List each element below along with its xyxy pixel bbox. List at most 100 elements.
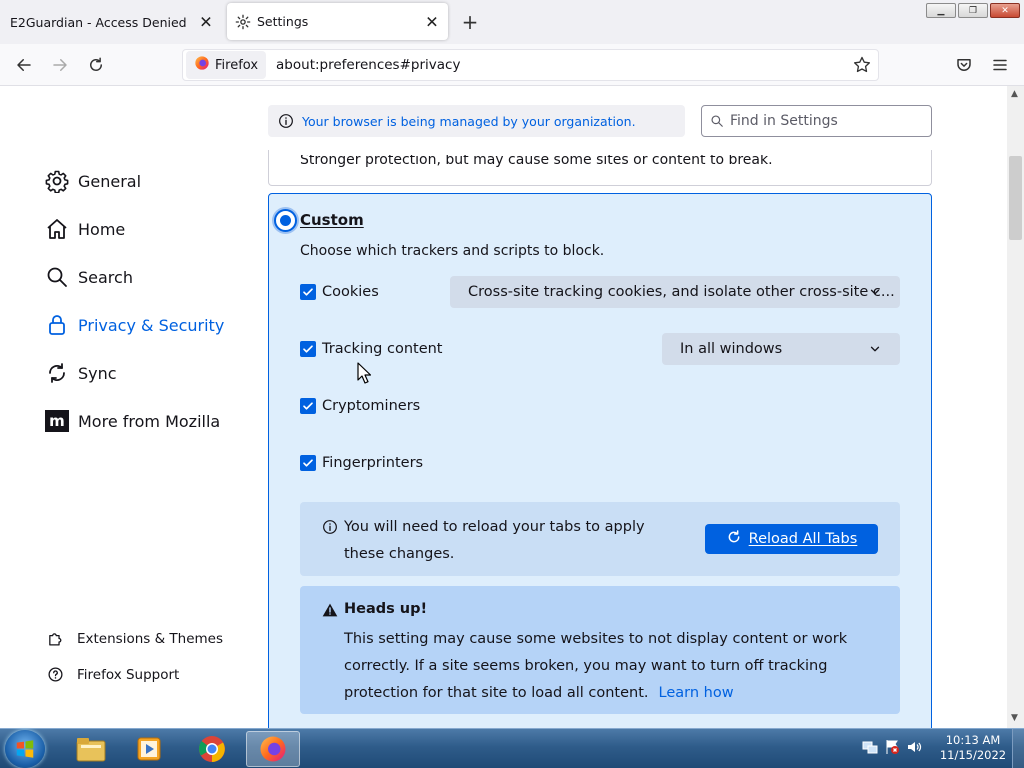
sidebar-item-label: Sync [78,363,117,383]
puzzle-icon [46,630,64,647]
tab-settings[interactable]: Settings ✕ [227,3,448,40]
heads-up-body: This setting may cause some websites to … [344,626,884,707]
pocket-icon[interactable] [952,53,976,77]
gear-icon [235,14,251,30]
url-text[interactable]: about:preferences#privacy [276,57,460,73]
home-icon [44,216,70,242]
firefox-support-link[interactable]: Firefox Support [46,666,179,683]
tab-strip: E2Guardian - Access Denied ✕ Settings ✕ … [0,0,1024,44]
scroll-down-icon[interactable]: ▼ [1011,713,1018,723]
info-icon [322,519,338,535]
volume-icon[interactable] [906,739,922,759]
mozilla-icon: m [44,408,70,434]
cookies-select[interactable]: Cross-site tracking cookies, and isolate… [450,276,900,308]
custom-radio[interactable] [274,209,297,232]
heads-up-warning: Heads up! This setting may cause some we… [300,586,900,714]
footer-link-label: Extensions & Themes [77,630,224,647]
find-in-settings-input[interactable]: Find in Settings [701,105,932,137]
svg-text:m: m [49,412,65,430]
learn-how-link[interactable]: Learn how [659,685,734,701]
preferences-page: General Home Search Privacy & Security S… [0,86,1007,728]
identity-label: Firefox [215,57,259,73]
search-icon [44,264,70,290]
managed-policy-notice[interactable]: Your browser is being managed by your or… [268,105,685,137]
chevron-down-icon [868,285,882,299]
heads-up-text: This setting may cause some websites to … [344,631,848,701]
mouse-cursor-icon [357,362,372,388]
reload-all-tabs-button[interactable]: Reload All Tabs [705,524,878,554]
sidebar-item-home[interactable]: Home [44,216,125,242]
start-button[interactable] [5,730,45,768]
chrome-taskbar-icon[interactable] [185,731,239,767]
page-scrollbar[interactable]: ▲ ▼ [1007,86,1024,728]
firefox-logo-icon [194,55,210,75]
find-placeholder: Find in Settings [730,113,838,129]
action-center-flag-icon[interactable] [884,739,900,759]
extensions-themes-link[interactable]: Extensions & Themes [46,630,223,647]
reload-notice-text: You will need to reload your tabs to app… [344,519,645,562]
tracking-content-checkbox[interactable] [300,341,316,357]
tab-close-icon[interactable]: ✕ [198,13,214,32]
scroll-up-icon[interactable]: ▲ [1011,89,1018,99]
explorer-taskbar-icon[interactable] [64,731,118,767]
sidebar-item-label: Home [78,219,126,239]
reload-tabs-notice: You will need to reload your tabs to app… [300,502,900,576]
navigation-toolbar: Firefox about:preferences#privacy [0,44,1024,86]
fingerprinters-checkbox-row[interactable]: Fingerprinters [300,455,423,471]
custom-label[interactable]: Custom [300,211,364,229]
lock-icon [44,312,70,338]
network-icon[interactable] [862,739,878,759]
firefox-taskbar-icon[interactable] [246,731,300,767]
sidebar-item-more-from-mozilla[interactable]: m More from Mozilla [44,408,220,434]
warning-icon [322,602,338,618]
url-bar[interactable]: Firefox about:preferences#privacy [182,49,879,81]
sidebar-item-label: Privacy & Security [78,315,225,335]
tracking-select-value: In all windows [680,341,783,357]
heads-up-title: Heads up! [344,601,428,617]
help-icon [46,666,64,683]
info-icon [278,113,294,129]
tab-close-icon[interactable]: ✕ [424,12,440,31]
clock-time: 10:13 AM [945,733,1001,747]
cookies-select-value: Cross-site tracking cookies, and isolate… [468,284,895,300]
sidebar-item-search[interactable]: Search [44,264,133,290]
minimize-button[interactable]: ▁ [926,3,956,18]
cryptominers-label: Cryptominers [322,398,421,414]
forward-icon[interactable] [48,53,72,77]
identity-box[interactable]: Firefox [186,51,267,79]
sidebar-item-label: Search [78,267,133,287]
fingerprinters-label: Fingerprinters [322,455,424,471]
managed-notice-text: Your browser is being managed by your or… [302,113,636,129]
reload-icon[interactable] [84,53,108,77]
sidebar-item-label: More from Mozilla [78,411,221,431]
scroll-thumb[interactable] [1009,156,1022,240]
taskbar-clock[interactable]: 10:13 AM 11/15/2022 [938,733,1008,763]
cookies-checkbox-row[interactable]: Cookies [300,284,379,300]
close-window-button[interactable]: ✕ [990,3,1020,18]
fingerprinters-checkbox[interactable] [300,455,316,471]
sidebar-item-privacy[interactable]: Privacy & Security [44,312,224,338]
tab-e2guardian[interactable]: E2Guardian - Access Denied ✕ [0,0,222,44]
footer-link-label: Firefox Support [77,666,180,683]
tracking-content-checkbox-row[interactable]: Tracking content [300,341,443,357]
media-player-taskbar-icon[interactable] [122,731,176,767]
tracking-content-select[interactable]: In all windows [662,333,900,365]
tab-title: E2Guardian - Access Denied [10,14,187,30]
sidebar-item-general[interactable]: General [44,168,141,194]
search-icon [710,114,724,128]
show-desktop-button[interactable] [1012,729,1024,768]
cryptominers-checkbox[interactable] [300,398,316,414]
sidebar-item-sync[interactable]: Sync [44,360,117,386]
tracking-content-label: Tracking content [322,341,443,357]
windows-taskbar: 10:13 AM 11/15/2022 [0,728,1024,768]
tab-title: Settings [257,14,309,29]
menu-icon[interactable] [988,53,1012,77]
bookmark-star-icon[interactable] [852,55,872,79]
new-tab-button[interactable]: + [458,10,482,34]
restore-button[interactable]: ❐ [958,3,988,18]
cryptominers-checkbox-row[interactable]: Cryptominers [300,398,420,414]
cookies-checkbox[interactable] [300,284,316,300]
back-icon[interactable] [12,53,36,77]
custom-description: Choose which trackers and scripts to blo… [300,243,605,259]
system-tray [862,729,922,768]
